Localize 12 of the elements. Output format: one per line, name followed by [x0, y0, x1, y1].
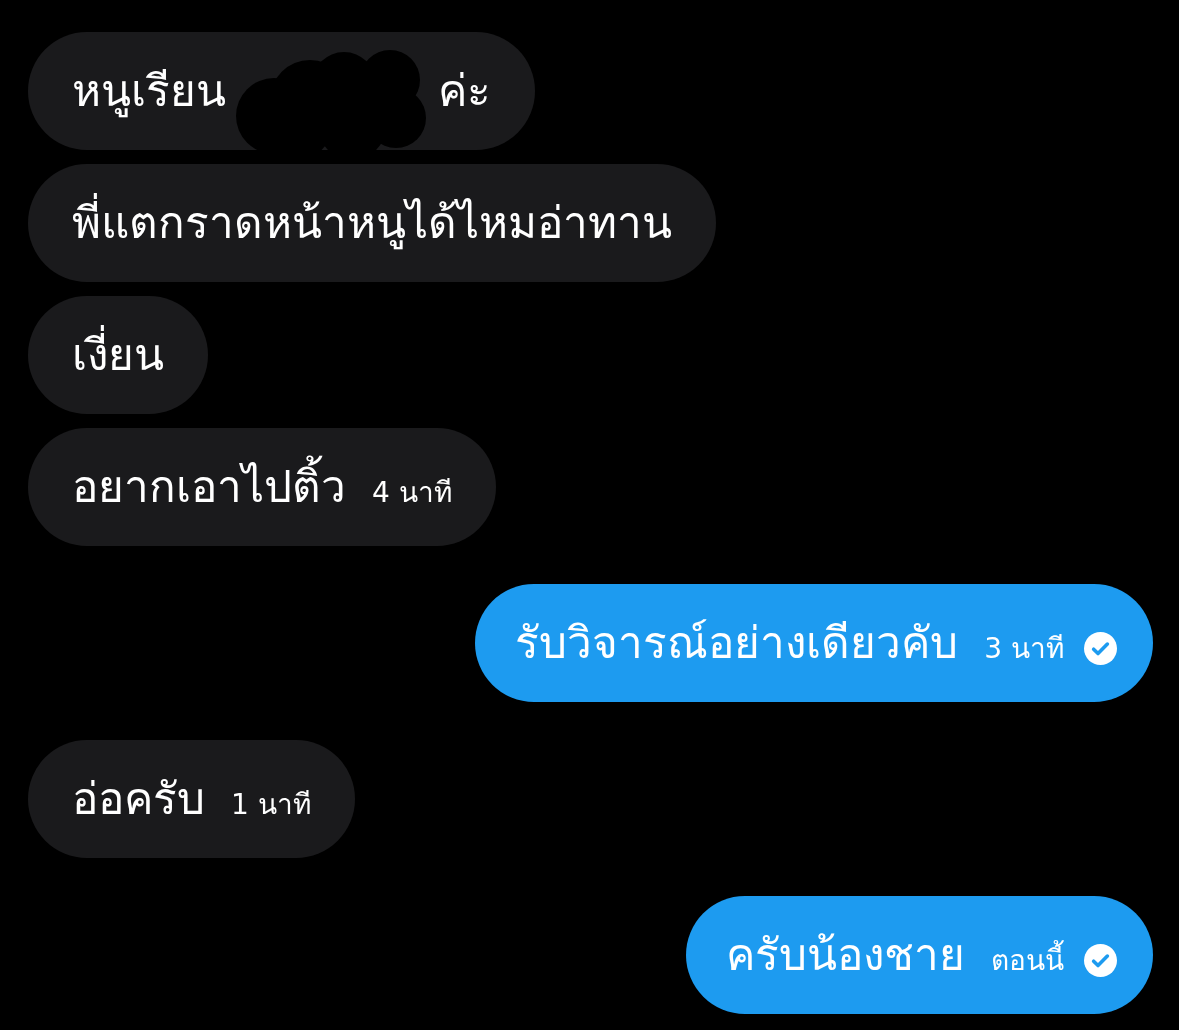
message-text: เงี่ยน: [72, 322, 164, 388]
timestamp: ตอนนี้: [991, 939, 1064, 984]
message-text: รับวิจารณ์อย่างเดียวคับ: [515, 616, 959, 670]
message-text: พี่แตกราดหน้าหนูได้ไหมอ่าทาน: [72, 190, 672, 256]
message-text: อ่อครับ: [72, 772, 205, 826]
message-text: ครับน้องชาย: [726, 928, 965, 982]
message-text: อยากเอาไปติ้ว: [72, 454, 346, 520]
message-text: ค่ะ: [438, 64, 491, 118]
message-text: หนูเรียน: [72, 64, 226, 120]
timestamp: 1 นาที: [231, 787, 311, 823]
timestamp: 4 นาที: [372, 475, 452, 511]
timestamp: 3 นาที: [984, 631, 1064, 667]
